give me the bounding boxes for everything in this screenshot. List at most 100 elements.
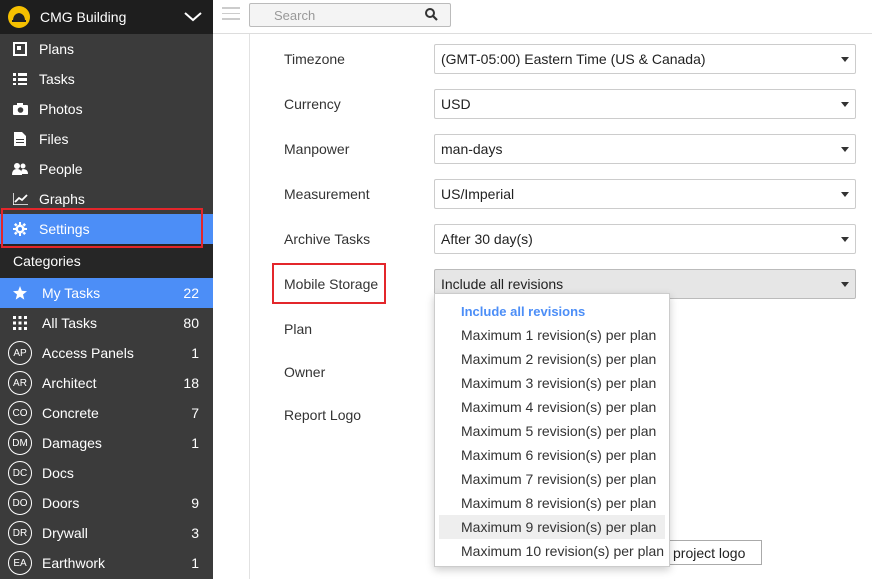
hamburger-menu-icon[interactable]: [222, 7, 240, 21]
dropdown-option[interactable]: Maximum 6 revision(s) per plan: [435, 443, 669, 467]
category-label: Access Panels: [42, 345, 134, 361]
people-icon: [11, 163, 29, 175]
dropdown-option[interactable]: Maximum 5 revision(s) per plan: [435, 419, 669, 443]
search-icon[interactable]: [425, 8, 438, 24]
star-icon: [8, 286, 32, 300]
camera-icon: [11, 103, 29, 115]
categories-header: Categories: [0, 244, 213, 278]
plans-icon: [11, 42, 29, 56]
mobile-storage-dropdown: Include all revisions Maximum 1 revision…: [434, 293, 670, 567]
top-bar: [213, 0, 872, 34]
upload-logo-button[interactable]: project logo: [668, 540, 762, 565]
select-value: (GMT-05:00) Eastern Time (US & Canada): [441, 51, 706, 67]
select-value: After 30 day(s): [441, 231, 533, 247]
dropdown-option[interactable]: Maximum 1 revision(s) per plan: [435, 323, 669, 347]
sidebar-item-tasks[interactable]: Tasks: [0, 64, 213, 94]
category-concrete[interactable]: CO Concrete 7: [0, 398, 213, 428]
category-label: All Tasks: [42, 315, 97, 331]
timezone-select[interactable]: (GMT-05:00) Eastern Time (US & Canada): [434, 44, 856, 74]
category-count: 7: [191, 405, 199, 421]
select-value: USD: [441, 96, 471, 112]
category-docs[interactable]: DC Docs: [0, 458, 213, 488]
sidebar-item-label: Tasks: [39, 71, 75, 87]
sidebar-item-label: Files: [39, 131, 69, 147]
select-value: US/Imperial: [441, 186, 515, 202]
category-label: Architect: [42, 375, 97, 391]
mobile-storage-highlight-box: [272, 263, 386, 304]
archive-tasks-select[interactable]: After 30 day(s): [434, 224, 856, 254]
sidebar-item-photos[interactable]: Photos: [0, 94, 213, 124]
category-label: Damages: [42, 435, 102, 451]
category-badge: EA: [8, 551, 32, 575]
category-badge: AR: [8, 371, 32, 395]
manpower-select[interactable]: man-days: [434, 134, 856, 164]
sidebar-item-label: Graphs: [39, 191, 85, 207]
category-label: Concrete: [42, 405, 99, 421]
plan-label: Plan: [284, 321, 313, 337]
category-doors[interactable]: DO Doors 9: [0, 488, 213, 518]
chevron-down-icon[interactable]: [173, 12, 213, 22]
category-count: 18: [183, 375, 199, 391]
sidebar-item-people[interactable]: People: [0, 154, 213, 184]
project-switcher[interactable]: CMG Building: [0, 0, 213, 34]
category-my-tasks[interactable]: My Tasks 22: [0, 278, 213, 308]
category-architect[interactable]: AR Architect 18: [0, 368, 213, 398]
sidebar-item-label: People: [39, 161, 83, 177]
dropdown-option-selected[interactable]: Include all revisions: [435, 299, 669, 323]
currency-select[interactable]: USD: [434, 89, 856, 119]
dropdown-option[interactable]: Maximum 8 revision(s) per plan: [435, 491, 669, 515]
project-name: CMG Building: [40, 9, 127, 25]
app-root: CMG Building Plans Tasks Photos Files Pe…: [0, 0, 872, 579]
owner-label: Owner: [284, 364, 326, 380]
measurement-select[interactable]: US/Imperial: [434, 179, 856, 209]
archive-tasks-label: Archive Tasks: [284, 231, 371, 247]
search-input[interactable]: [250, 4, 420, 26]
category-count: 1: [191, 555, 199, 571]
category-all-tasks[interactable]: All Tasks 80: [0, 308, 213, 338]
category-count: 80: [183, 315, 199, 331]
hardhat-logo-icon: [8, 6, 30, 28]
category-damages[interactable]: DM Damages 1: [0, 428, 213, 458]
category-count: 9: [191, 495, 199, 511]
category-label: My Tasks: [42, 285, 101, 301]
category-label: Docs: [42, 465, 74, 481]
dropdown-option[interactable]: Maximum 3 revision(s) per plan: [435, 371, 669, 395]
caret-down-icon: [841, 282, 849, 287]
sidebar-item-files[interactable]: Files: [0, 124, 213, 154]
caret-down-icon: [841, 192, 849, 197]
file-icon: [11, 132, 29, 146]
report-logo-label: Report Logo: [284, 407, 362, 423]
dropdown-option[interactable]: Maximum 10 revision(s) per plan: [435, 539, 669, 563]
caret-down-icon: [841, 102, 849, 107]
tasks-list-icon: [11, 73, 29, 85]
dropdown-option[interactable]: Maximum 2 revision(s) per plan: [435, 347, 669, 371]
category-badge: CO: [8, 401, 32, 425]
category-label: Doors: [42, 495, 80, 511]
caret-down-icon: [841, 57, 849, 62]
content-divider: [249, 34, 250, 579]
category-badge: DM: [8, 431, 32, 455]
category-badge: DC: [8, 461, 32, 485]
category-label: Earthwork: [42, 555, 106, 571]
category-drywall[interactable]: DR Drywall 3: [0, 518, 213, 548]
sidebar: CMG Building Plans Tasks Photos Files Pe…: [0, 0, 213, 579]
sidebar-item-label: Photos: [39, 101, 83, 117]
category-count: 1: [191, 345, 199, 361]
manpower-label: Manpower: [284, 141, 350, 157]
category-count: 22: [183, 285, 199, 301]
category-label: Drywall: [42, 525, 88, 541]
upload-logo-button-label: project logo: [673, 544, 746, 561]
sidebar-item-plans[interactable]: Plans: [0, 34, 213, 64]
dropdown-option-hovered[interactable]: Maximum 9 revision(s) per plan: [439, 515, 665, 539]
dropdown-option[interactable]: Maximum 7 revision(s) per plan: [435, 467, 669, 491]
sidebar-item-label: Plans: [39, 41, 75, 57]
grid-icon: [8, 316, 32, 330]
settings-highlight-box: [1, 208, 203, 248]
category-access-panels[interactable]: AP Access Panels 1: [0, 338, 213, 368]
timezone-label: Timezone: [284, 51, 345, 67]
select-value: Include all revisions: [441, 276, 564, 292]
dropdown-option[interactable]: Maximum 4 revision(s) per plan: [435, 395, 669, 419]
category-earthwork[interactable]: EA Earthwork 1: [0, 548, 213, 578]
category-badge: DO: [8, 491, 32, 515]
select-value: man-days: [441, 141, 503, 157]
